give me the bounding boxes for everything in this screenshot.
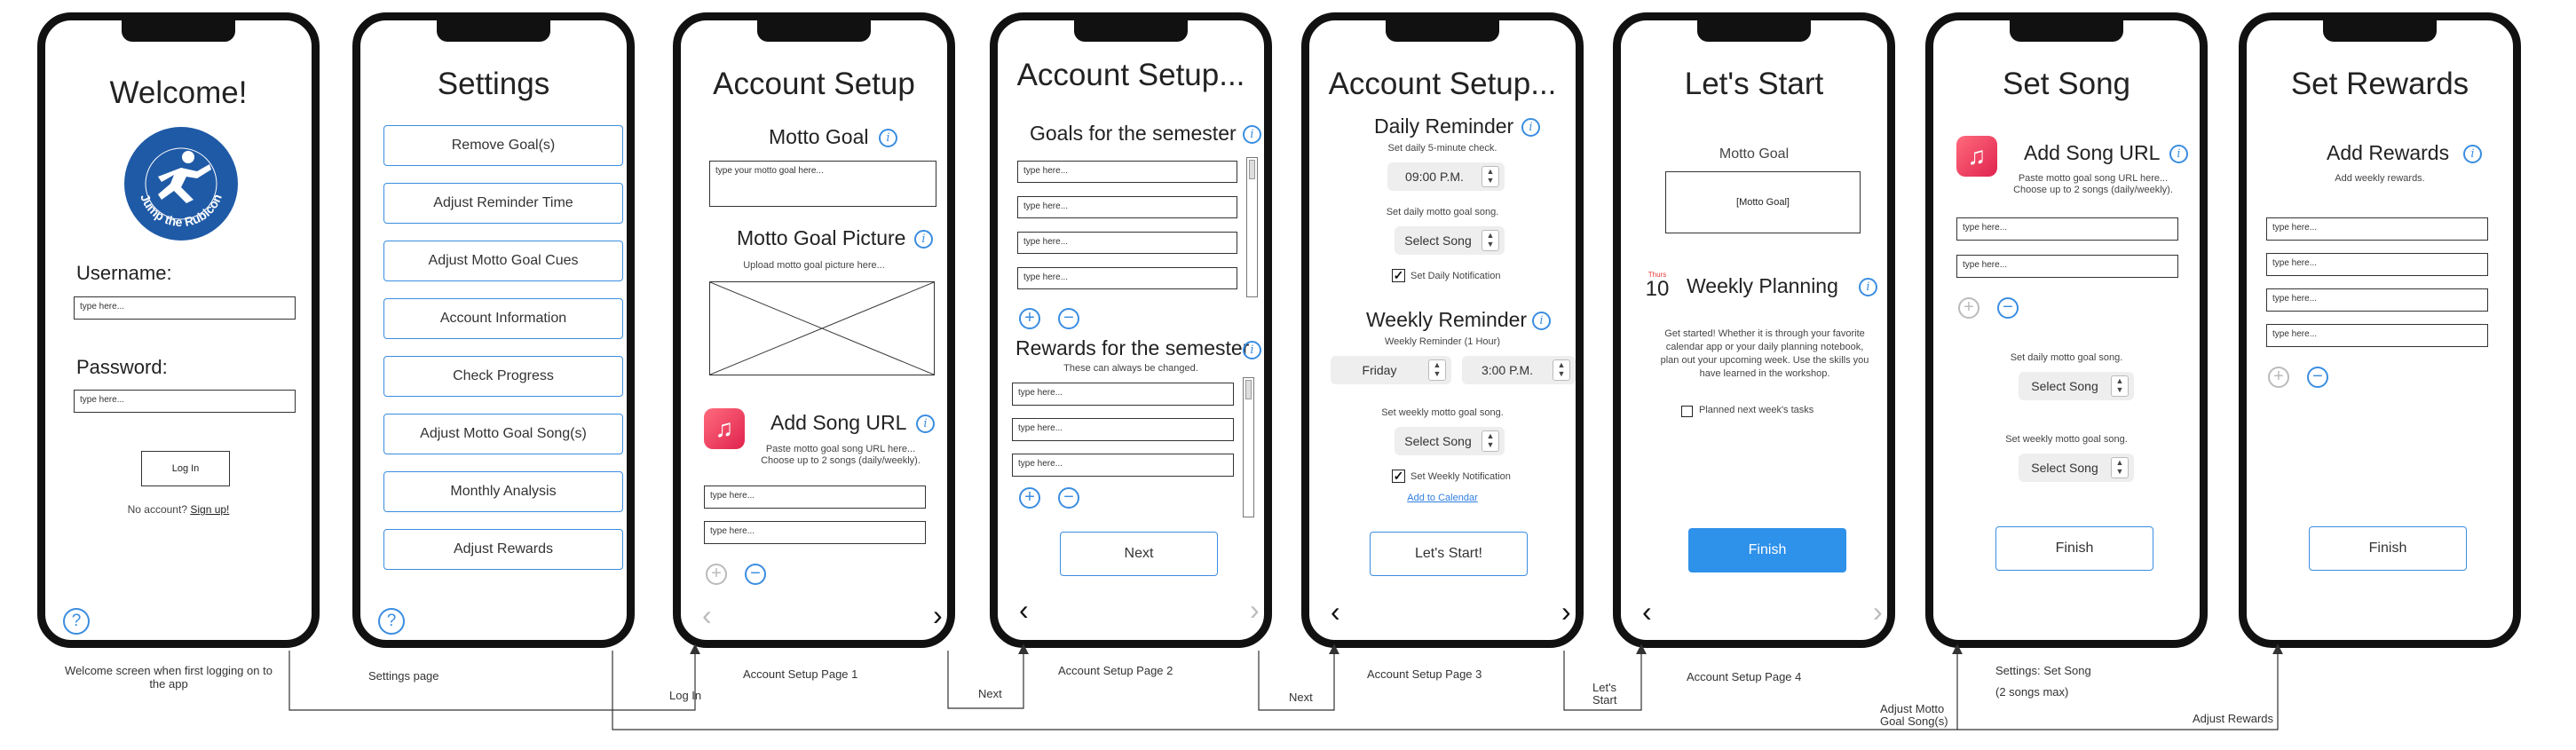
arrow-label-next-2: Next [1289,691,1313,704]
caption-setup-3: Account Setup Page 3 [1367,667,1482,681]
flow-connectors [288,643,2283,730]
flow-connector-adjust-song [612,643,1963,730]
arrow-label-adjust-motto: Adjust Motto [1880,702,1945,715]
caption-set-song-2: (2 songs max) [1995,685,2069,699]
caption-setup-2: Account Setup Page 2 [1058,664,1173,677]
arrow-label-start: Start [1592,693,1617,707]
arrow-label-adjust-song: Adjust Motto Goal Song(s) [1880,703,1948,728]
caption-set-song-1: Settings: Set Song [1995,664,2091,677]
arrow-label-lets: Let's [1592,681,1617,694]
flow-connector-login [288,643,700,711]
arrow-label-login: Log In [669,689,702,702]
caption-settings: Settings page [368,669,439,683]
caption-setup-4: Account Setup Page 4 [1687,670,1802,683]
arrow-label-next-1: Next [978,687,1002,700]
caption-setup-1: Account Setup Page 1 [743,667,858,681]
arrow-label-lets-start: Let's Start [1592,682,1616,707]
arrow-label-goal-songs: Goal Song(s) [1880,714,1948,728]
arrow-label-adjust-rewards: Adjust Rewards [2193,712,2274,725]
caption-welcome: Welcome screen when first logging on to … [65,664,273,691]
